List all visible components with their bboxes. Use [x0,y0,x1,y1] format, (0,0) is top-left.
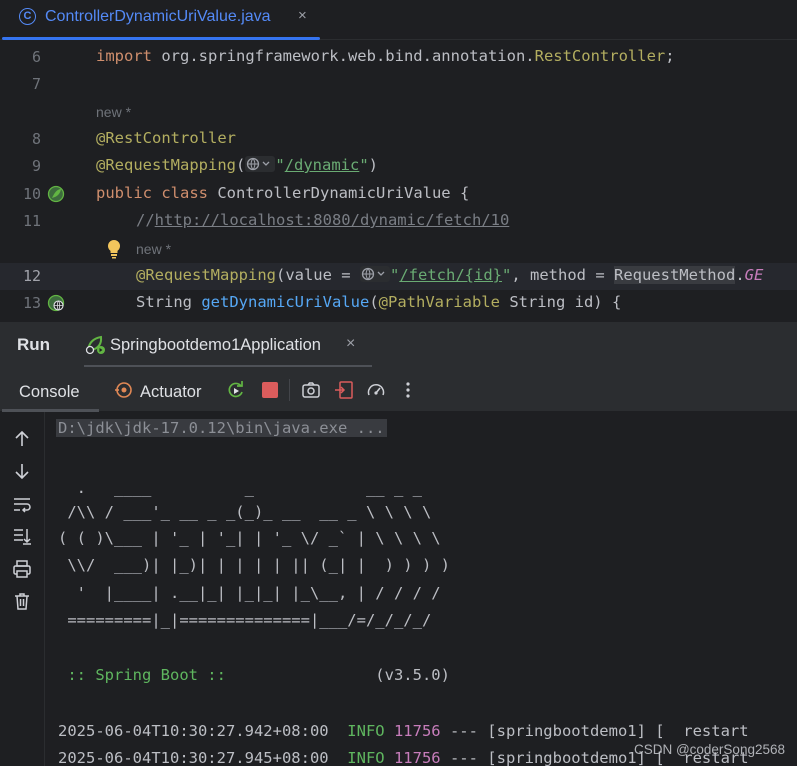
code-line-current: 12 @RequestMapping(value = "/fetch/{id}"… [0,263,797,290]
run-toolbar: Console Actuator [0,367,797,412]
line-number: 8 [31,130,41,148]
print-icon[interactable] [12,559,32,579]
trash-icon[interactable] [12,591,32,611]
banner-line: =========|_|==============|___/=/_/_/_/ [58,611,432,629]
actuator-icon [115,382,132,398]
run-tool-window-header: Run Springbootdemo1Application × [0,321,797,368]
restore-layout-icon[interactable] [334,380,354,400]
run-config-tab-label: Springbootdemo1Application [110,336,321,354]
spring-boot-run-icon [85,335,105,355]
web-url-globe-icon[interactable] [245,156,276,172]
active-tab-indicator [2,37,320,40]
code-line: 10 public class ControllerDynamicUriValu… [0,181,797,208]
web-url-globe-icon[interactable] [359,266,390,282]
code-line: 11 //http://localhost:8080/dynamic/fetch… [0,208,797,235]
code-line: 7 [0,71,797,98]
line-number: 9 [31,157,41,175]
inlay-hint-row: new * [0,236,797,263]
web-endpoint-gutter-icon[interactable] [47,294,65,312]
soft-wrap-icon[interactable] [12,495,32,515]
code-line: 13 String getDynamicUriValue(@PathVariab… [0,290,797,317]
console-side-toolbar [0,412,45,766]
close-run-tab-icon[interactable]: × [346,335,355,353]
watermark: CSDN @coderSong2568 [633,742,785,757]
console-output[interactable]: D:\jdk\jdk-17.0.12\bin\java.exe ... . __… [45,412,797,766]
close-tab-icon[interactable]: × [298,7,307,24]
tab-actuator[interactable]: Actuator [110,367,220,412]
code-text: public class ControllerDynamicUriValue { [96,184,470,202]
run-config-tab[interactable]: Springbootdemo1Application × [84,322,372,368]
arrow-down-icon[interactable] [12,461,32,481]
code-text: //http://localhost:8080/dynamic/fetch/10 [136,211,510,229]
code-editor[interactable]: 6 import org.springframework.web.bind.an… [0,41,797,320]
code-text: String getDynamicUriValue(@PathVariable … [136,293,622,311]
arrow-up-icon[interactable] [12,429,32,449]
line-number: 12 [22,267,41,285]
inlay-hint-row: new * [0,99,797,126]
performance-gauge-icon[interactable] [366,380,386,400]
usage-hint[interactable]: new * [96,104,131,120]
console-line-command: D:\jdk\jdk-17.0.12\bin\java.exe ... [56,418,387,438]
url-path-link[interactable]: /dynamic [285,156,360,174]
log-line: 2025-06-04T10:30:27.942+08:00 INFO 11756… [58,722,749,740]
banner-line: \\/ ___)| |_)| | | | | || (_| | ) ) ) ) [58,556,450,574]
banner-line: /\\ / ___'_ __ _ _(_)_ __ __ _ \ \ \ \ [58,503,432,521]
camera-icon[interactable] [301,380,321,400]
spring-boot-version-line: :: Spring Boot :: (v3.5.0) [58,666,450,684]
code-line: 9 @RequestMapping("/dynamic") [0,153,797,180]
line-number: 6 [31,48,41,66]
code-line: 8 @RestController [0,126,797,153]
url-path-link[interactable]: /fetch/{id} [399,266,502,284]
comment-url-link[interactable]: http://localhost:8080/dynamic/fetch/10 [155,211,510,229]
code-text: @RequestMapping(value = "/fetch/{id}", m… [136,266,764,284]
line-number: 7 [31,75,41,93]
editor-tab-label: ControllerDynamicUriValue.java [45,8,271,25]
banner-line: ' |____| .__|_| |_|_| |_\__, | / / / / [58,584,441,602]
tab-console-label: Console [19,383,80,401]
banner-line: ( ( )\___ | '_ | '_| | '_ \/ _` | \ \ \ … [58,529,441,547]
more-options-icon[interactable] [398,380,418,400]
java-class-icon: C [19,8,36,25]
line-number: 10 [22,185,41,203]
line-number: 13 [22,294,41,312]
code-text: @RequestMapping("/dynamic") [96,156,379,174]
usage-hint[interactable]: new * [136,241,171,257]
code-text: @RestController [96,129,236,147]
lightbulb-icon[interactable] [106,239,122,259]
code-line: 6 import org.springframework.web.bind.an… [0,44,797,71]
tab-actuator-label: Actuator [140,383,202,401]
editor-tab-bar: C ControllerDynamicUriValue.java × [0,0,797,40]
tab-console[interactable]: Console [0,367,101,412]
rerun-icon[interactable] [226,380,246,400]
toolbar-separator [289,379,290,401]
spring-bean-gutter-icon[interactable] [47,185,65,203]
code-text: import org.springframework.web.bind.anno… [96,47,675,65]
scroll-to-end-icon[interactable] [12,526,32,546]
banner-line: . ____ _ __ _ _ [58,479,422,497]
java-command[interactable]: D:\jdk\jdk-17.0.12\bin\java.exe ... [56,419,387,437]
run-tool-window-title: Run [17,335,51,354]
editor-tab-controller-dynamic-uri-value[interactable]: C ControllerDynamicUriValue.java × [2,0,320,40]
stop-icon[interactable] [260,380,280,400]
line-number: 11 [22,212,41,230]
